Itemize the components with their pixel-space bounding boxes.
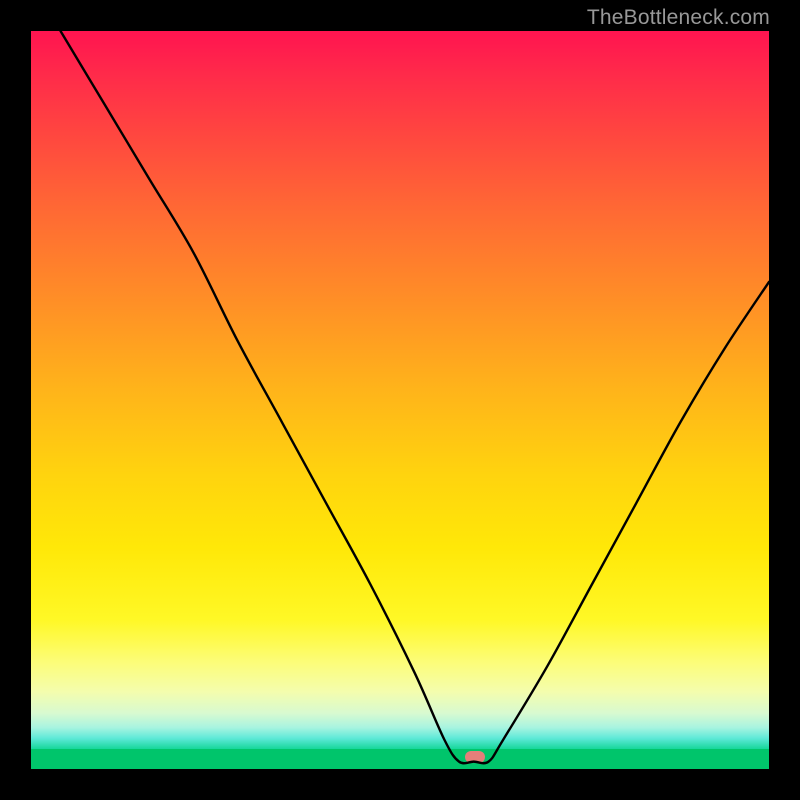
- bottleneck-curve: [31, 31, 769, 769]
- chart-frame: TheBottleneck.com: [0, 0, 800, 800]
- watermark-text: TheBottleneck.com: [587, 6, 770, 30]
- plot-area: [31, 31, 769, 769]
